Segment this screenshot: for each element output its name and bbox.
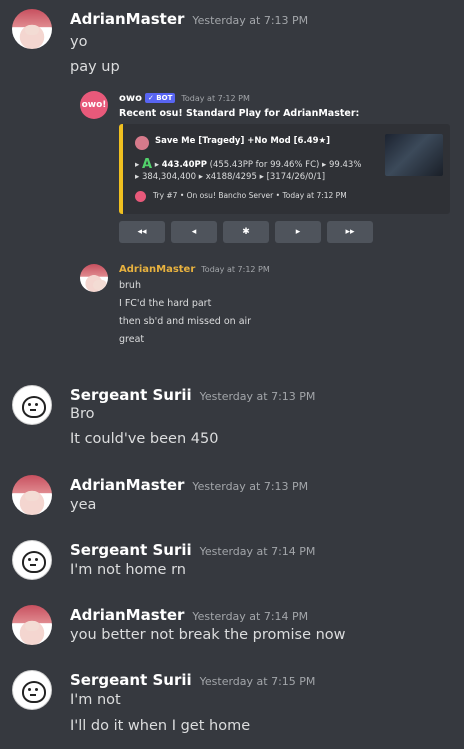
message-text: you better not break the promise now <box>70 627 346 643</box>
pp-value: 443.40PP <box>161 160 207 170</box>
score-embed: Save Me [Tragedy] +No Mod [6.49★] ▸ A ▸ … <box>119 124 450 214</box>
quoted-text: great <box>119 334 145 345</box>
avatar[interactable] <box>12 385 52 425</box>
message-timestamp: Yesterday at 7:13 PM <box>192 480 309 493</box>
message-author[interactable]: AdrianMaster Yesterday at 7:13 PM <box>70 476 308 494</box>
avatar[interactable] <box>12 475 52 515</box>
quoted-text: I FC'd the hard part <box>119 298 212 309</box>
message-author[interactable]: Sergeant Surii Yesterday at 7:13 PM <box>70 386 315 404</box>
bot-title: Recent osu! Standard Play for AdrianMast… <box>119 108 360 119</box>
quoted-text: then sb'd and missed on air <box>119 316 252 327</box>
dog-sketch-icon <box>22 681 46 703</box>
message-text: pay up <box>70 59 120 75</box>
avatar[interactable] <box>12 540 52 580</box>
hit-counts: [3174/26/0/1] <box>266 172 326 182</box>
message-author[interactable]: Sergeant Surii Yesterday at 7:14 PM <box>70 541 315 559</box>
last-page-button[interactable]: ▸▸ <box>327 221 373 243</box>
pp-fc: (455.43PP for 99.46% FC) <box>209 160 320 170</box>
embed-footer: Try #7 • On osu! Bancho Server • Today a… <box>153 191 347 200</box>
bot-badge: ✓ BOT <box>144 93 176 103</box>
embed-map-title[interactable]: Save Me [Tragedy] +No Mod [6.49★] <box>155 136 330 146</box>
combo: x4188/4295 <box>205 172 257 182</box>
quoted-timestamp: Today at 7:12 PM <box>201 265 270 274</box>
avatar[interactable] <box>80 264 108 292</box>
message-author[interactable]: Sergeant Surii Yesterday at 7:15 PM <box>70 671 315 689</box>
dog-sketch-icon <box>22 551 46 573</box>
avatar[interactable] <box>12 605 52 645</box>
message-text: I'll do it when I get home <box>70 718 251 734</box>
message-text: yo <box>70 34 88 50</box>
mapper-avatar-icon <box>135 136 149 150</box>
message-timestamp: Yesterday at 7:14 PM <box>199 545 316 558</box>
message-author[interactable]: AdrianMaster Yesterday at 7:14 PM <box>70 606 308 624</box>
first-page-button[interactable]: ◂◂ <box>119 221 165 243</box>
quoted-text: bruh <box>119 280 141 291</box>
message-text: Bro <box>70 406 95 422</box>
beatmap-thumbnail <box>385 134 443 176</box>
score: 384,304,400 <box>141 172 197 182</box>
embed-stats-row-1: ▸ A ▸ 443.40PP (455.43PP for 99.46% FC) … <box>135 157 362 172</box>
message-text: yea <box>70 497 97 513</box>
quoted-author[interactable]: AdrianMaster Today at 7:12 PM <box>119 264 270 275</box>
rank-grade: A <box>141 157 153 172</box>
dog-sketch-icon <box>22 396 46 418</box>
embed-stats-row-2: ▸ 384,304,400 ▸ x4188/4295 ▸ [3174/26/0/… <box>135 172 326 182</box>
message-timestamp: Yesterday at 7:15 PM <box>199 675 316 688</box>
accuracy: 99.43% <box>329 160 362 170</box>
osu-icon <box>135 191 146 202</box>
next-page-button[interactable]: ▸ <box>275 221 321 243</box>
avatar[interactable] <box>12 9 52 49</box>
message-timestamp: Yesterday at 7:13 PM <box>199 390 316 403</box>
message-text: I'm not <box>70 692 121 708</box>
bot-timestamp: Today at 7:12 PM <box>181 94 250 103</box>
reset-button[interactable]: ✱ <box>223 221 269 243</box>
bot-author[interactable]: owo ✓ BOT Today at 7:12 PM <box>119 93 250 104</box>
message-timestamp: Yesterday at 7:13 PM <box>192 14 309 27</box>
prev-page-button[interactable]: ◂ <box>171 221 217 243</box>
message-text: I'm not home rn <box>70 562 186 578</box>
message-text: It could've been 450 <box>70 431 219 447</box>
avatar[interactable] <box>12 670 52 710</box>
message-timestamp: Yesterday at 7:14 PM <box>192 610 309 623</box>
message-author[interactable]: AdrianMaster Yesterday at 7:13 PM <box>70 10 308 28</box>
bot-avatar[interactable]: owo! <box>80 91 108 119</box>
